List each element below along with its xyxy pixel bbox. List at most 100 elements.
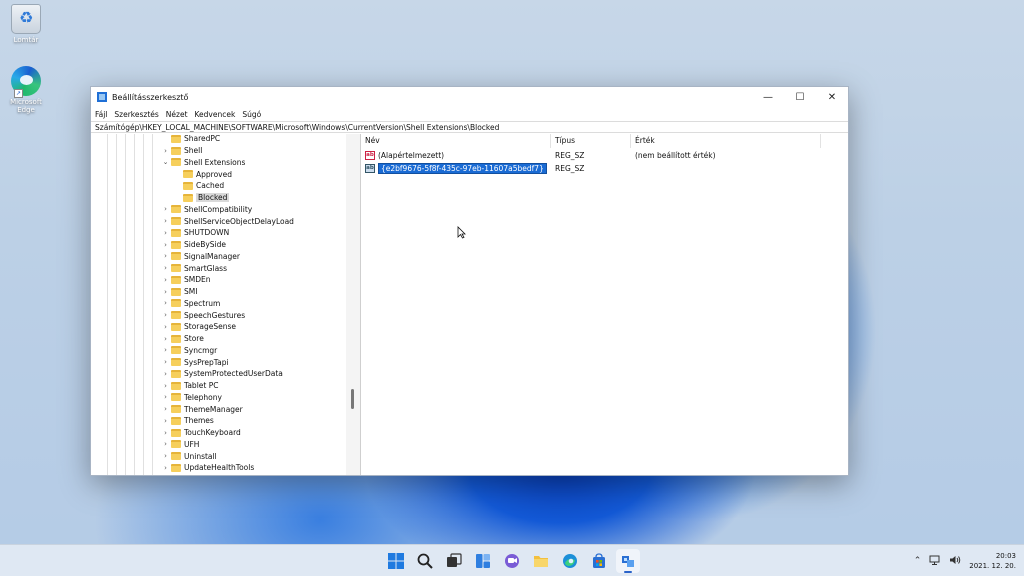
tree-key-smi[interactable]: › SMI — [161, 286, 197, 298]
chat-icon[interactable] — [500, 549, 524, 573]
tree-key-speechgestures[interactable]: › SpeechGestures — [161, 309, 245, 321]
tree-key-smartglass[interactable]: › SmartGlass — [161, 262, 227, 274]
chevron-right-icon[interactable]: › — [161, 276, 170, 284]
chevron-right-icon[interactable]: › — [161, 382, 170, 390]
chevron-right-icon[interactable]: › — [161, 311, 170, 319]
folder-icon — [171, 381, 181, 390]
tree-key-label: SideBySide — [184, 240, 227, 250]
menu-edit[interactable]: Szerkesztés — [114, 110, 163, 119]
clock[interactable]: 20:03 2021. 12. 20. — [969, 551, 1016, 571]
regedit-taskbar-icon[interactable] — [616, 549, 640, 573]
chevron-right-icon[interactable]: › — [161, 147, 170, 155]
tree-key-themes[interactable]: › Themes — [161, 415, 214, 427]
value-row[interactable]: ab (Alapértelmezett) REG_SZ (nem beállíto… — [361, 149, 848, 162]
chevron-right-icon[interactable]: › — [161, 346, 170, 354]
tree-key-smden[interactable]: › SMDEn — [161, 274, 210, 286]
tree-key-sidebyside[interactable]: › SideBySide — [161, 239, 226, 251]
widgets-icon[interactable] — [471, 549, 495, 573]
file-explorer-icon[interactable] — [529, 549, 553, 573]
tree-key-label: Syncmgr — [184, 345, 218, 355]
chevron-right-icon[interactable]: › — [161, 440, 170, 448]
menu-file[interactable]: Fájl — [95, 110, 112, 119]
tree-key-telephony[interactable]: › Telephony — [161, 392, 222, 404]
tree-key-blocked[interactable]: Blocked — [173, 192, 230, 204]
chevron-right-icon[interactable]: › — [161, 429, 170, 437]
chevron-right-icon[interactable]: › — [161, 358, 170, 366]
tree-key-spectrum[interactable]: › Spectrum — [161, 298, 220, 310]
tree-key-syncmgr[interactable]: › Syncmgr — [161, 345, 217, 357]
column-type[interactable]: Típus — [551, 134, 631, 148]
maximize-button[interactable]: ☐ — [784, 87, 816, 107]
title-bar[interactable]: Beállításszerkesztő — ☐ ✕ — [91, 87, 848, 107]
chevron-right-icon[interactable]: › — [161, 241, 170, 249]
address-bar[interactable]: Számítógép\HKEY_LOCAL_MACHINE\SOFTWARE\M… — [91, 121, 848, 133]
chevron-right-icon[interactable]: › — [161, 205, 170, 213]
chevron-right-icon[interactable]: › — [161, 217, 170, 225]
tree-key-shutdown[interactable]: › SHUTDOWN — [161, 227, 229, 239]
chevron-right-icon[interactable]: › — [161, 370, 170, 378]
chevron-right-icon[interactable]: › — [161, 264, 170, 272]
tree-key-shell-extensions[interactable]: ⌄ Shell Extensions — [161, 157, 246, 169]
edge-icon[interactable] — [558, 549, 582, 573]
tree-key-thememanager[interactable]: › ThemeManager — [161, 403, 243, 415]
column-data[interactable]: Érték — [631, 134, 821, 148]
search-icon[interactable] — [413, 549, 437, 573]
tree-key-ufh[interactable]: › UFH — [161, 439, 199, 451]
chevron-right-icon[interactable]: › — [161, 288, 170, 296]
recycle-bin-desktop-icon[interactable]: Lomtár — [0, 4, 56, 44]
tree-key-label: Tablet PC — [184, 381, 219, 391]
tree-key-updatehealthtools[interactable]: › UpdateHealthTools — [161, 462, 254, 474]
tree-key-approved[interactable]: Approved — [173, 168, 232, 180]
tree-key-label: SystemProtectedUserData — [184, 369, 283, 379]
folder-icon — [171, 275, 181, 284]
folder-icon — [171, 334, 181, 343]
volume-icon[interactable] — [949, 555, 961, 568]
network-icon[interactable] — [929, 555, 941, 568]
chevron-right-icon[interactable]: › — [161, 417, 170, 425]
key-tree-pane[interactable]: SharedPC › Shell ⌄ Shell Extensions Approved C… — [91, 134, 361, 475]
tree-key-syspreptapi[interactable]: › SysPrepTapi — [161, 356, 228, 368]
chevron-right-icon[interactable]: › — [161, 335, 170, 343]
chevron-right-icon[interactable]: › — [161, 299, 170, 307]
windows-start-icon[interactable] — [384, 549, 408, 573]
task-view-icon[interactable] — [442, 549, 466, 573]
tree-key-uninstall[interactable]: › Uninstall — [161, 450, 217, 462]
tree-key-touchkeyboard[interactable]: › TouchKeyboard — [161, 427, 241, 439]
mouse-cursor-icon — [457, 226, 466, 239]
chevron-up-icon[interactable]: ⌃ — [914, 556, 922, 566]
folder-icon — [171, 240, 181, 249]
chevron-right-icon[interactable]: › — [161, 229, 170, 237]
clock-time: 20:03 — [995, 552, 1016, 560]
tree-key-store[interactable]: › Store — [161, 333, 204, 345]
tree-key-storagesense[interactable]: › StorageSense — [161, 321, 236, 333]
chevron-right-icon[interactable]: › — [161, 452, 170, 460]
values-pane[interactable]: Név Típus Érték ab (Alapértelmezett) REG_… — [361, 134, 848, 475]
chevron-right-icon[interactable]: › — [161, 393, 170, 401]
tree-key-shellserviceobjectdelayload[interactable]: › ShellServiceObjectDelayLoad — [161, 215, 294, 227]
tree-key-systemprotecteduserdata[interactable]: › SystemProtectedUserData — [161, 368, 283, 380]
chevron-right-icon[interactable]: › — [161, 323, 170, 331]
menu-view[interactable]: Nézet — [166, 110, 193, 119]
chevron-right-icon[interactable]: › — [161, 405, 170, 413]
tree-scrollbar[interactable] — [346, 134, 360, 475]
tree-key-sharedpc[interactable]: SharedPC — [161, 134, 220, 145]
values-header: Név Típus Érték — [361, 134, 848, 148]
tree-key-cached[interactable]: Cached — [173, 180, 224, 192]
chevron-down-icon[interactable]: ⌄ — [161, 158, 170, 166]
chevron-right-icon[interactable]: › — [161, 252, 170, 260]
value-name-edit-input[interactable]: {e2bf9676-5f8f-435c-97eb-11607a5bedf7} — [378, 163, 547, 174]
store-icon[interactable] — [587, 549, 611, 573]
chevron-right-icon[interactable]: › — [161, 464, 170, 472]
scrollbar-thumb[interactable] — [351, 389, 354, 409]
menu-favorites[interactable]: Kedvencek — [195, 110, 241, 119]
edge-desktop-icon[interactable]: ↗ Microsoft Edge — [0, 66, 56, 114]
tree-key-shell[interactable]: › Shell — [161, 145, 202, 157]
tree-key-tablet-pc[interactable]: › Tablet PC — [161, 380, 218, 392]
close-button[interactable]: ✕ — [816, 87, 848, 107]
tree-key-shellcompatibility[interactable]: › ShellCompatibility — [161, 204, 252, 216]
value-row-selected[interactable]: ab {e2bf9676-5f8f-435c-97eb-11607a5bedf7}… — [361, 162, 848, 175]
column-name[interactable]: Név — [361, 134, 551, 148]
menu-help[interactable]: Súgó — [242, 110, 266, 119]
tree-key-signalmanager[interactable]: › SignalManager — [161, 251, 240, 263]
minimize-button[interactable]: — — [752, 87, 784, 107]
